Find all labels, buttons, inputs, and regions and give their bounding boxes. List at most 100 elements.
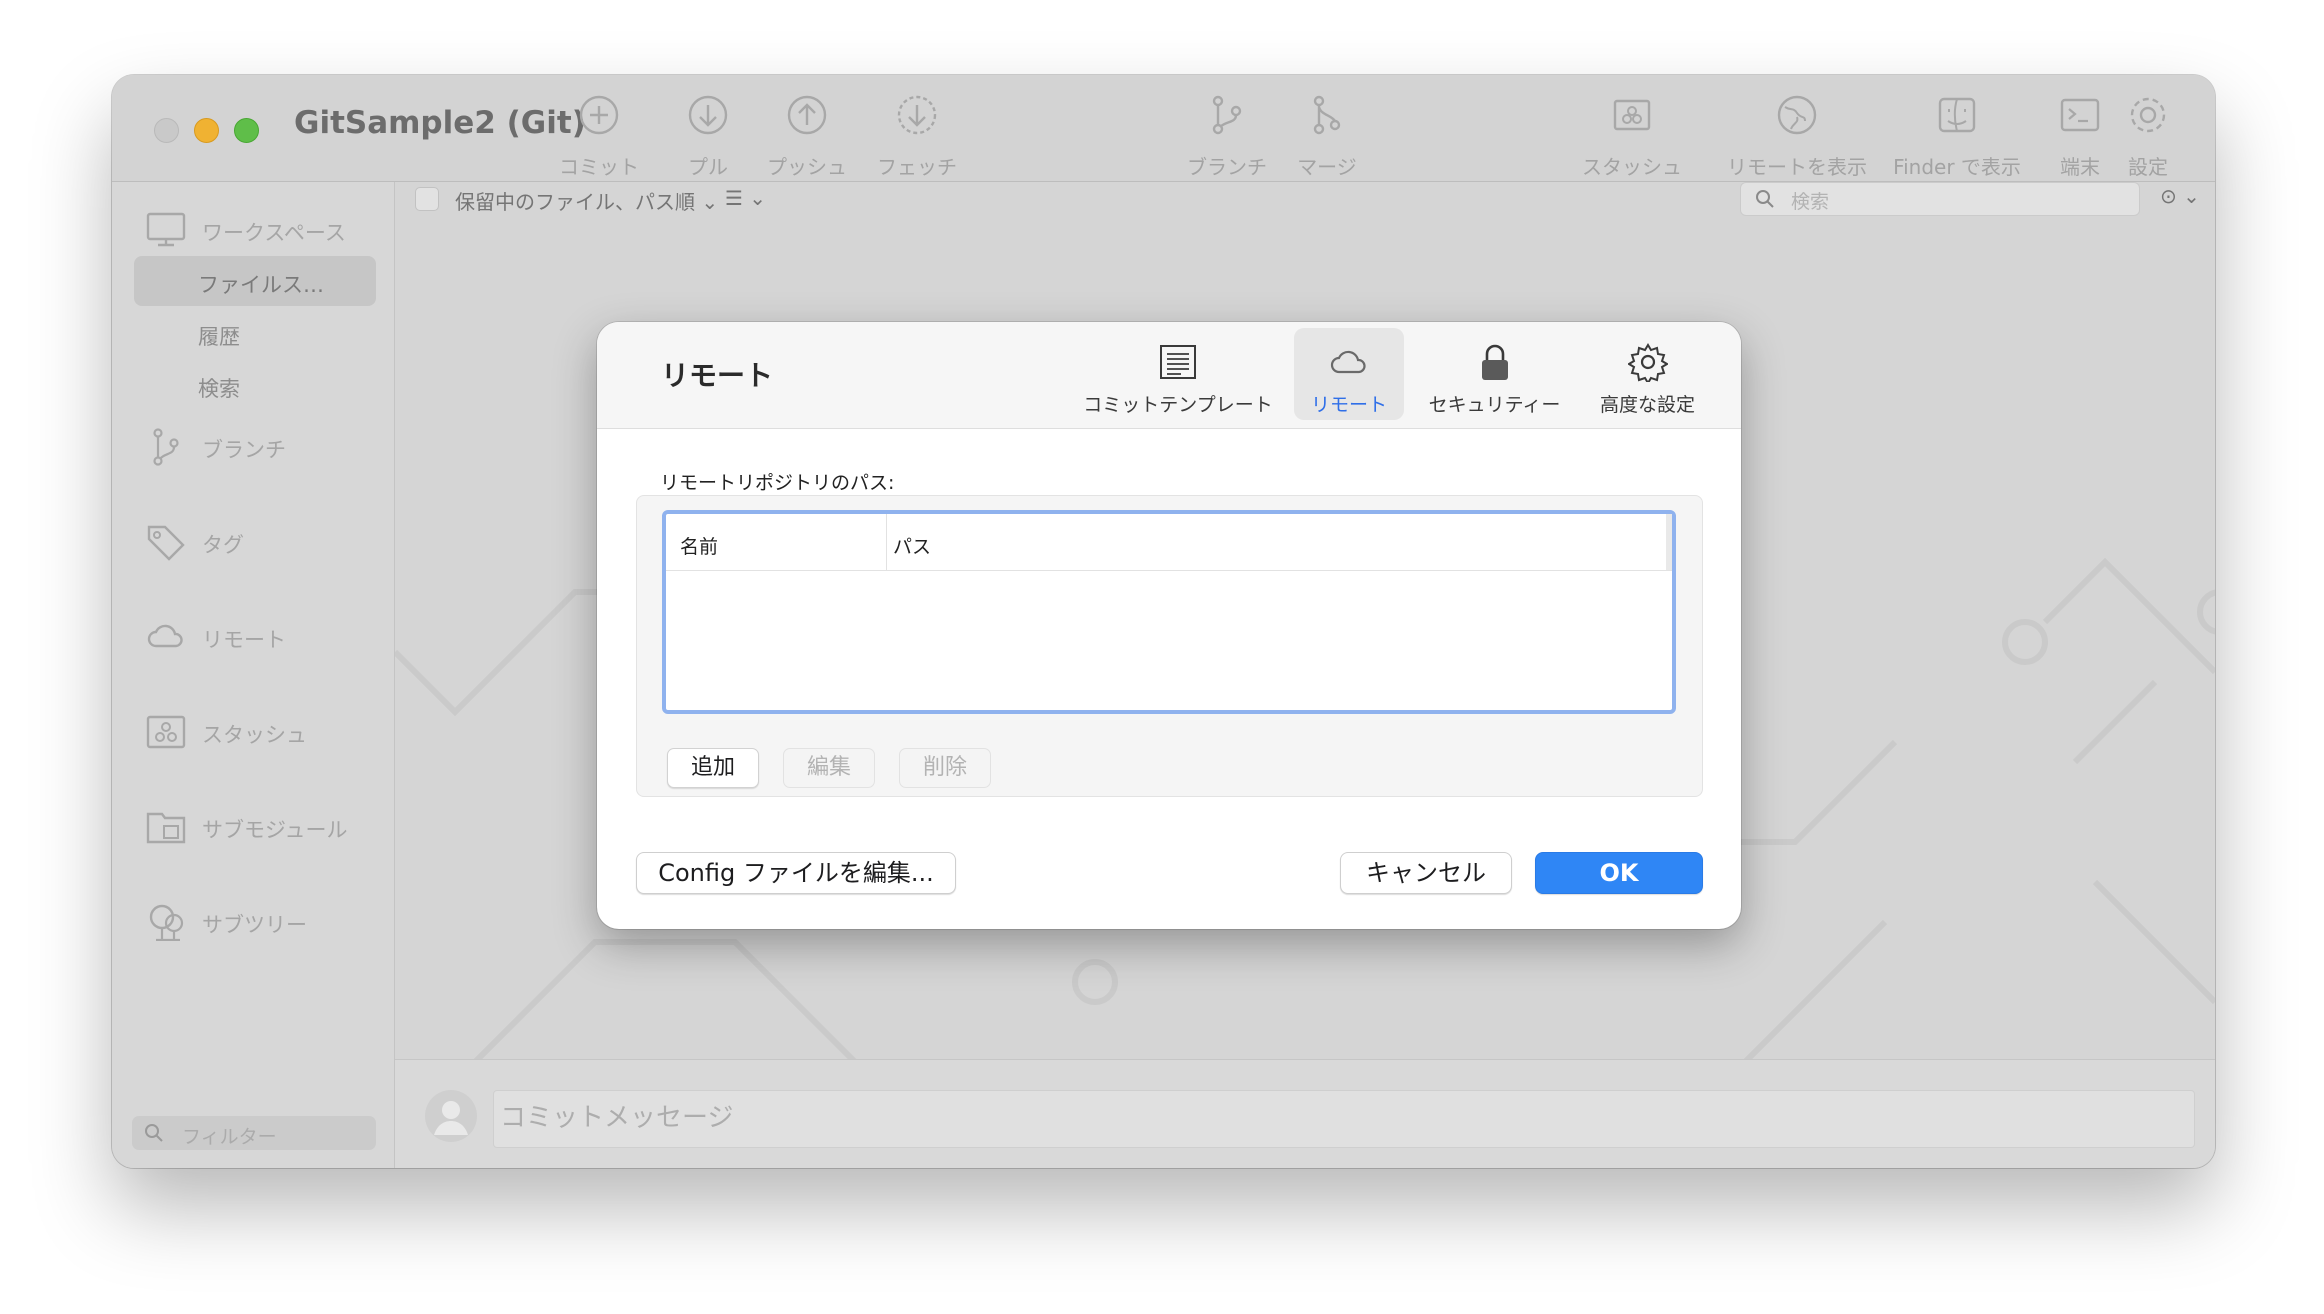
branch-label: ブランチ: [1187, 155, 1267, 179]
push-label: プッシュ: [767, 155, 847, 179]
tab-label: セキュリティー: [1428, 394, 1561, 416]
merge-button[interactable]: マージ: [1287, 93, 1367, 180]
show-in-finder-label: Finder で表示: [1893, 155, 2021, 179]
more-options-menu[interactable]: ⊙ ⌄: [2160, 184, 2200, 208]
zoom-window-button[interactable]: [234, 118, 259, 143]
merge-label: マージ: [1297, 155, 1357, 179]
stash-label: スタッシュ: [1582, 155, 1682, 179]
ok-button[interactable]: OK: [1535, 852, 1703, 894]
arrow-down-circle-icon: [688, 95, 728, 135]
plus-circle-icon: [579, 95, 619, 135]
column-header-name[interactable]: 名前: [666, 514, 887, 571]
edit-config-file-button[interactable]: Config ファイルを編集...: [636, 852, 956, 894]
tab-advanced[interactable]: 高度な設定: [1585, 328, 1710, 420]
tab-label: 高度な設定: [1599, 394, 1695, 416]
stash-button[interactable]: スタッシュ: [1572, 93, 1692, 180]
sidebar-item-file-status[interactable]: ファイルス…: [198, 269, 324, 299]
sidebar-item-subtrees[interactable]: サブツリー: [112, 897, 394, 947]
fetch-icon: [897, 95, 937, 135]
dialog-title: リモート: [661, 359, 774, 392]
cloud-icon: [147, 624, 183, 648]
branch-button[interactable]: ブランチ: [1172, 93, 1282, 180]
search-field[interactable]: 検索: [1740, 182, 2140, 216]
delete-remote-button[interactable]: 削除: [899, 748, 991, 788]
show-remote-button[interactable]: リモートを表示: [1722, 93, 1872, 180]
window-title: GitSample2 (Git): [294, 105, 586, 141]
edit-remote-button[interactable]: 編集: [783, 748, 875, 788]
sidebar-item-search[interactable]: 検索: [198, 373, 240, 403]
list-icon: ☰: [725, 186, 743, 210]
sidebar-item-label: ワークスペース: [202, 221, 346, 245]
terminal-label: 端末: [2060, 155, 2100, 179]
sort-dropdown[interactable]: 保留中のファイル、パス順 ⌄: [455, 186, 718, 215]
search-icon: [1756, 190, 1774, 208]
select-all-checkbox[interactable]: [415, 187, 439, 211]
remote-paths-label: リモートリポジトリのパス:: [660, 472, 895, 494]
file-status-toolbar: 保留中のファイル、パス順 ⌄ ☰ ⌄ 検索 ⊙ ⌄: [395, 182, 2215, 216]
view-options-dropdown[interactable]: ☰ ⌄: [725, 186, 766, 210]
fetch-label: フェッチ: [877, 155, 957, 179]
sidebar-item-label: サブモジュール: [202, 818, 348, 842]
merge-icon: [1313, 95, 1341, 135]
column-header-label: パス: [893, 536, 932, 558]
arrow-up-circle-icon: [787, 95, 827, 135]
sidebar-item-branches[interactable]: ブランチ: [112, 422, 394, 472]
remotes-table[interactable]: 名前 パス: [662, 510, 1676, 714]
cancel-button[interactable]: キャンセル: [1340, 852, 1512, 894]
chevron-down-icon: ⌄: [701, 190, 719, 214]
tab-remote[interactable]: リモート: [1294, 328, 1404, 420]
ellipsis-circle-icon: ⊙: [2160, 184, 2177, 208]
show-remote-label: リモートを表示: [1727, 155, 1867, 179]
cloud-icon: [1330, 350, 1366, 374]
chevron-down-icon: ⌄: [749, 186, 767, 210]
minimize-window-button[interactable]: [194, 118, 219, 143]
search-placeholder: 検索: [1791, 191, 1830, 213]
commit-message-input[interactable]: コミットメッセージ: [493, 1090, 2195, 1148]
commit-button[interactable]: コミット: [544, 93, 654, 180]
lock-icon: [1481, 344, 1508, 380]
monitor-icon: [146, 212, 186, 247]
remote-settings-dialog: リモート コミットテンプレート リモート セキュリティー 高度な設定 リモートリ…: [597, 322, 1741, 929]
table-scrollbar[interactable]: [1666, 514, 1672, 570]
terminal-button[interactable]: 端末: [2050, 93, 2110, 180]
sidebar-item-history[interactable]: 履歴: [198, 321, 240, 351]
push-button[interactable]: プッシュ: [752, 93, 862, 180]
add-remote-button[interactable]: 追加: [667, 748, 759, 788]
sidebar-item-label: タグ: [202, 533, 244, 557]
sidebar-item-remotes[interactable]: リモート: [112, 612, 394, 662]
sidebar-item-label: サブツリー: [202, 913, 307, 937]
stash-icon: [146, 715, 186, 749]
tab-commit-template[interactable]: コミットテンプレート: [1073, 328, 1283, 420]
commit-label: コミット: [559, 155, 639, 179]
chevron-down-icon: ⌄: [2183, 184, 2200, 208]
tab-security[interactable]: セキュリティー: [1417, 328, 1572, 420]
finder-icon: [1938, 97, 1976, 133]
commit-bar: コミットメッセージ: [395, 1059, 2215, 1168]
pull-label: プル: [688, 155, 728, 179]
gear-icon: [1627, 343, 1668, 382]
sidebar-item-workspace[interactable]: ワークスペース: [112, 205, 394, 255]
sidebar-item-label: ブランチ: [202, 438, 286, 462]
tree-icon: [149, 904, 184, 941]
sidebar-item-submodules[interactable]: サブモジュール: [112, 802, 394, 852]
settings-button[interactable]: 設定: [2118, 93, 2178, 180]
gear-icon: [2130, 97, 2166, 133]
tab-label: リモート: [1310, 394, 1387, 416]
pull-button[interactable]: プル: [668, 93, 748, 180]
branch-icon: [1212, 95, 1242, 135]
remotes-group-box: 名前 パス 追加 編集 削除: [636, 495, 1703, 797]
sidebar: ワークスペース ファイルス… 履歴 検索 ブランチ タグ リモート スタッシュ …: [112, 182, 395, 1168]
settings-label: 設定: [2128, 155, 2168, 179]
column-header-path[interactable]: パス: [887, 514, 1672, 571]
close-window-button[interactable]: [154, 118, 179, 143]
sidebar-filter-field[interactable]: フィルター: [132, 1116, 376, 1150]
avatar: [425, 1090, 477, 1142]
sidebar-item-stashes[interactable]: スタッシュ: [112, 707, 394, 757]
globe-icon: [1777, 95, 1817, 135]
filter-placeholder: フィルター: [182, 1126, 277, 1148]
sidebar-item-tags[interactable]: タグ: [112, 517, 394, 567]
commit-message-placeholder: コミットメッセージ: [500, 1103, 734, 1133]
fetch-button[interactable]: フェッチ: [862, 93, 972, 180]
show-in-finder-button[interactable]: Finder で表示: [1887, 93, 2027, 180]
title-bar: GitSample2 (Git) コミット プル プッシュ フェッチ ブランチ …: [112, 75, 2215, 182]
